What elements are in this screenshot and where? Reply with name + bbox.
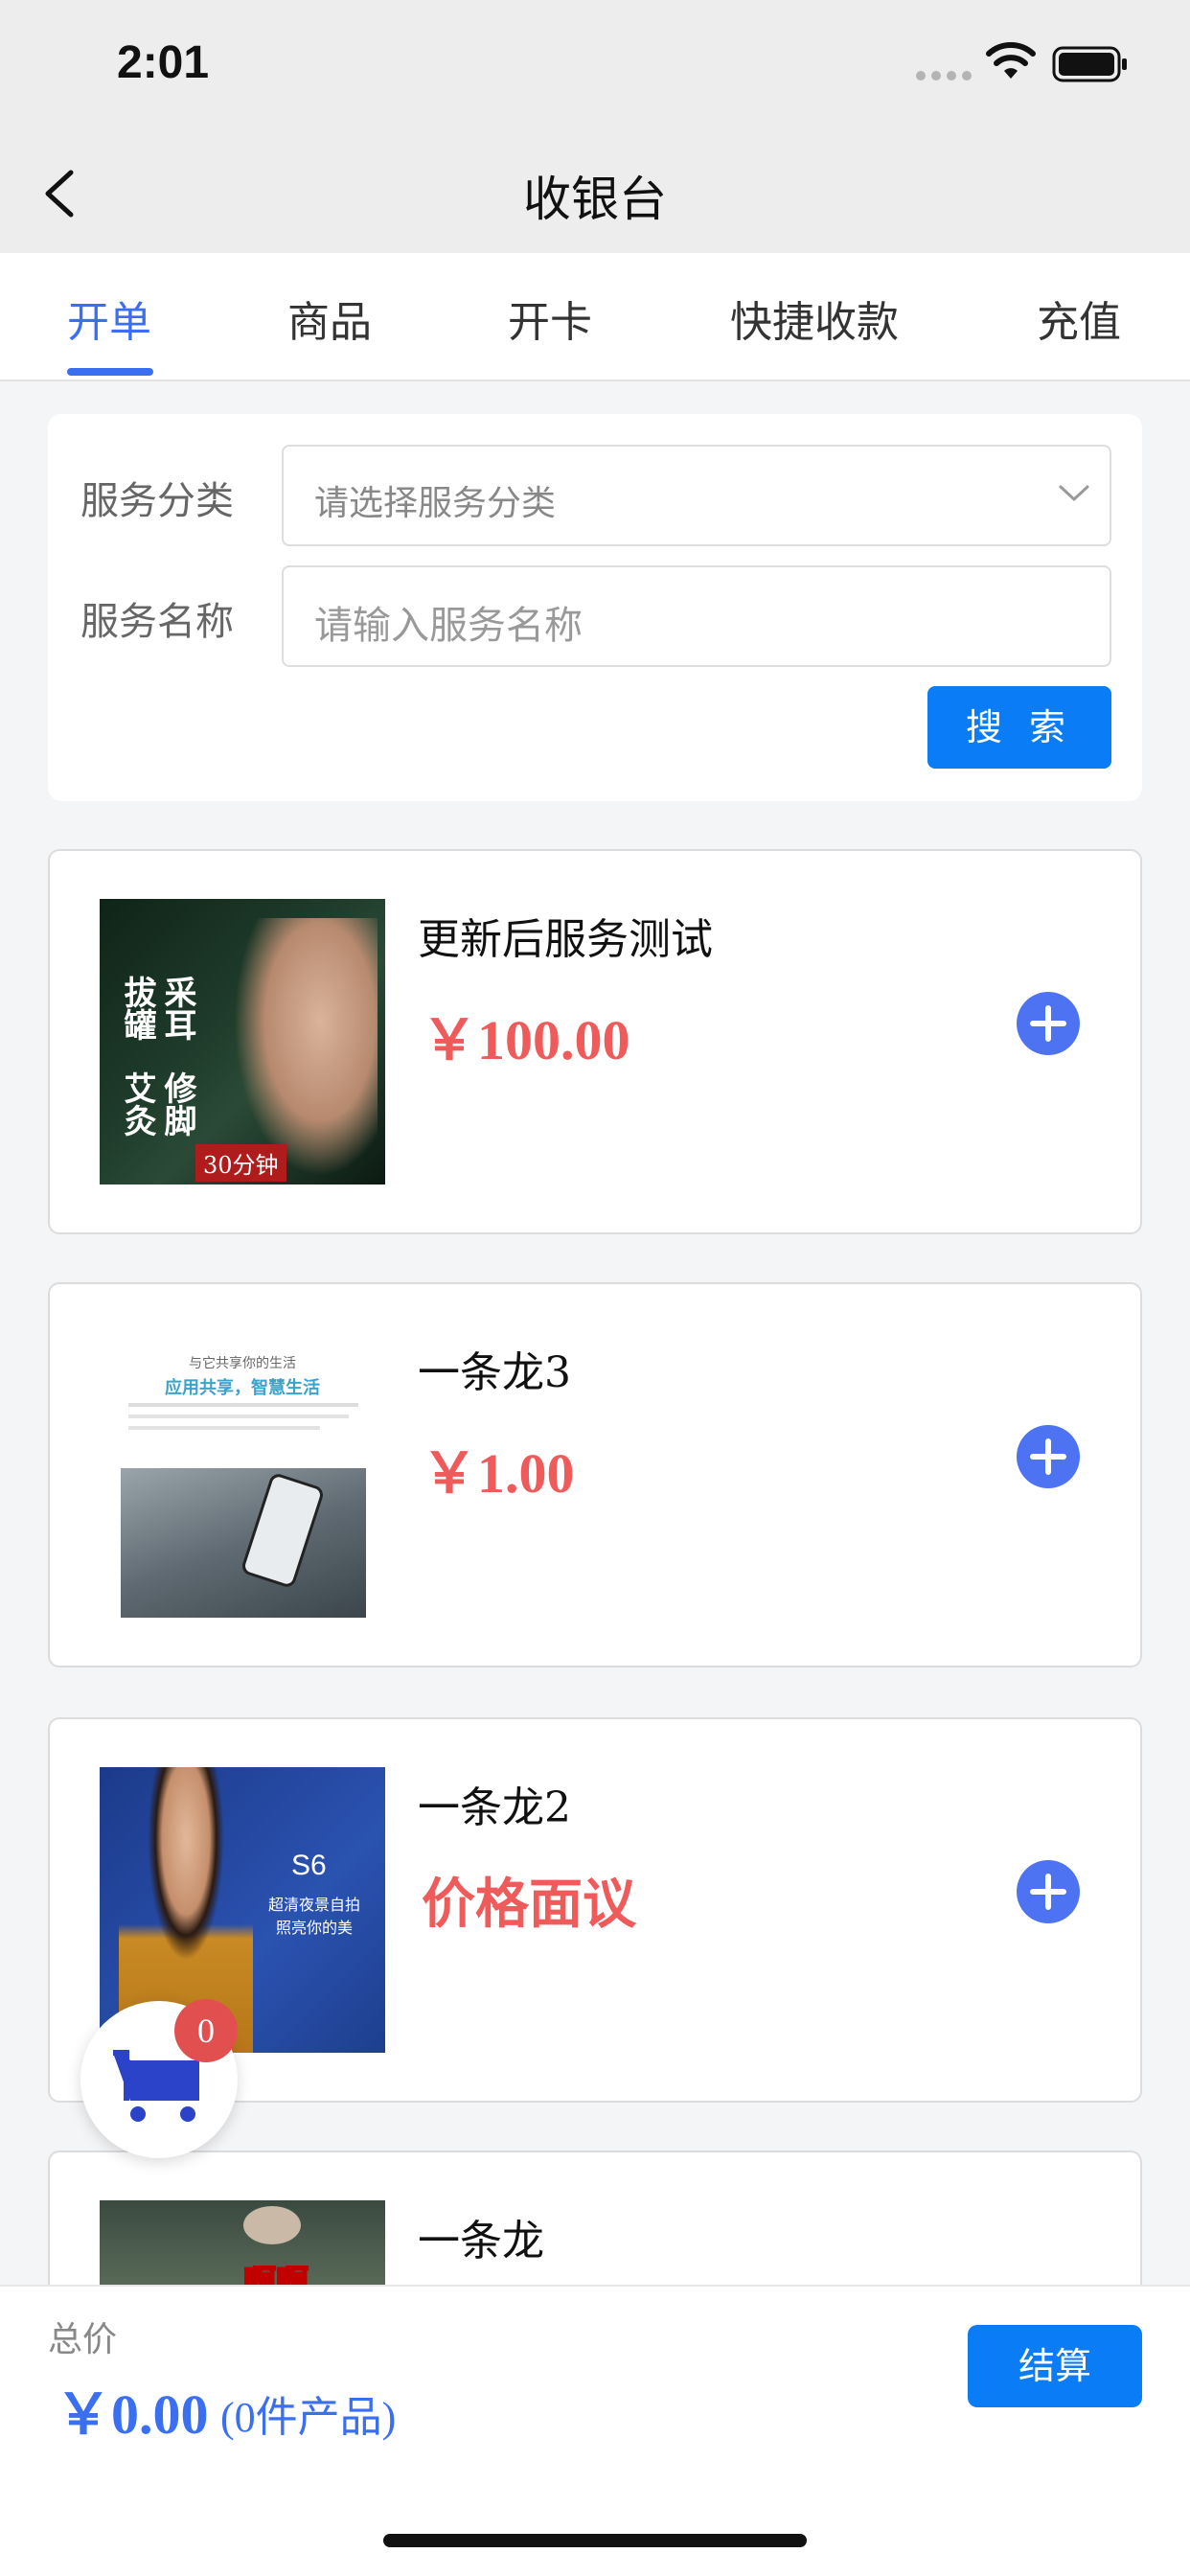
thumb-text: 30分钟 [195,1144,286,1182]
home-indicator [383,2534,807,2547]
wifi-icon [986,42,1036,79]
product-price: 价格面议 [422,1874,636,1936]
service-name-input[interactable]: 请输入服务名称 [282,565,1111,667]
status-time: 2:01 [117,37,210,88]
tab-open-card[interactable]: 开卡 [508,288,592,349]
service-name-label: 服务名称 [80,600,234,644]
service-name-placeholder: 请输入服务名称 [314,604,583,648]
signal-icon [916,71,972,80]
thumb-text: 拔罐 [118,976,156,1041]
thumb-text: S6 [291,1850,327,1881]
status-bar: 2:01 [0,0,1190,134]
product-name: 一条龙2 [418,1783,571,1832]
product-thumbnail: 啊啊 [100,2200,385,2285]
cart-count-badge: 0 [174,1999,238,2062]
nav-bar: 收银台 [0,134,1190,253]
checkout-button[interactable]: 结算 [968,2325,1142,2407]
product-name: 更新后服务测试 [418,915,713,964]
product-card[interactable]: 采耳 拔罐 修脚 艾灸 30分钟 更新后服务测试 ￥100.00 [48,849,1142,1234]
total-price: ￥0.00 [56,2383,209,2446]
total-label: 总价 [48,2320,118,2359]
add-icon[interactable] [1016,1424,1081,1489]
add-icon[interactable] [1016,991,1081,1056]
product-thumbnail: 与它共享你的生活 应用共享，智慧生活 [100,1332,385,1618]
tab-bar: 开单 商品 开卡 快捷收款 充值 [0,253,1190,381]
thumb-text: 与它共享你的生活 [189,1356,296,1371]
tab-quick-pay[interactable]: 快捷收款 [730,288,899,349]
battery-icon [1052,46,1127,82]
category-select[interactable]: 请选择服务分类 [282,445,1111,546]
filter-panel: 服务分类 请选择服务分类 服务名称 请输入服务名称 搜 索 [48,414,1142,801]
thumb-text: 修脚 [158,1071,196,1137]
thumb-text: 采耳 [158,976,196,1041]
search-button[interactable]: 搜 索 [927,686,1111,769]
thumb-text: 照亮你的美 [276,1919,354,1937]
thumb-text: 啊啊 [242,2263,309,2285]
chevron-down-icon [1059,485,1089,502]
tab-products[interactable]: 商品 [287,288,372,349]
total-item-count: (0件产品) [220,2394,397,2441]
product-name: 一条龙3 [418,1348,571,1397]
thumb-text: 超清夜景自拍 [268,1896,361,1914]
category-label: 服务分类 [80,479,234,523]
page-title: 收银台 [523,172,667,227]
product-price: ￥1.00 [422,1442,575,1505]
bottom-checkout-bar: 总价 ￥0.00 (0件产品) 结算 [0,2285,1190,2576]
thumb-text: 艾灸 [118,1071,156,1137]
product-price: ￥100.00 [422,1009,630,1071]
tab-recharge[interactable]: 充值 [1037,288,1121,349]
product-name: 一条龙 [418,2217,544,2266]
product-card[interactable]: 啊啊 一条龙 [48,2150,1142,2285]
active-tab-indicator [67,368,153,376]
tab-kaidan[interactable]: 开单 [67,288,151,349]
product-thumbnail: 采耳 拔罐 修脚 艾灸 30分钟 [100,899,385,1184]
thumb-text: 应用共享，智慧生活 [165,1378,320,1398]
category-placeholder: 请选择服务分类 [314,484,557,523]
product-card[interactable]: 与它共享你的生活 应用共享，智慧生活 一条龙3 ￥1.00 [48,1282,1142,1668]
add-icon[interactable] [1016,1859,1081,1924]
